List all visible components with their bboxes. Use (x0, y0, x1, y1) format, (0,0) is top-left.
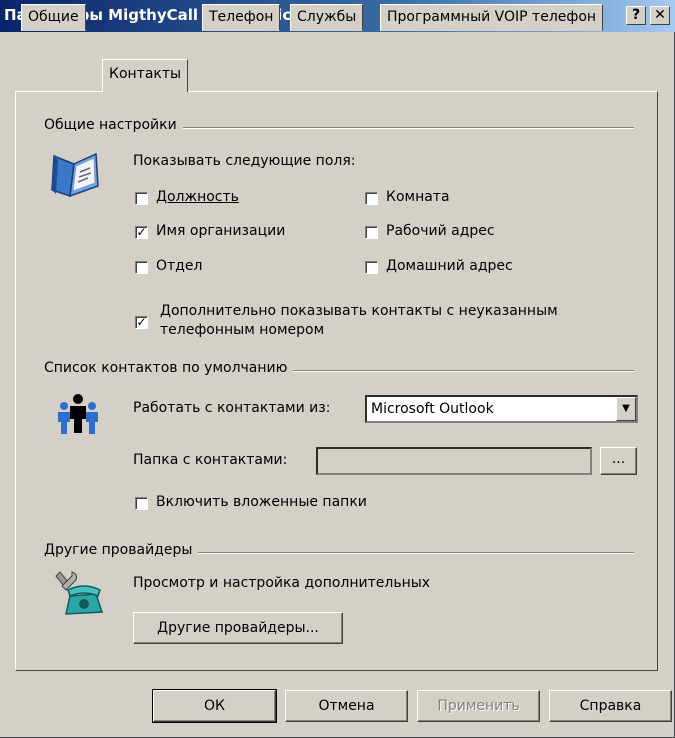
checkbox-home-address[interactable] (365, 261, 378, 274)
question-icon: ? (631, 7, 641, 23)
cancel-button[interactable]: Отмена (285, 690, 408, 722)
tab-soft-voip[interactable]: Программный VOIP телефон (380, 4, 604, 31)
chevron-down-icon[interactable]: ▼ (616, 397, 636, 421)
providers-description: Просмотр и настройка дополнительных (133, 575, 431, 591)
contacts-source-select[interactable]: Microsoft Outlook ▼ (365, 395, 638, 423)
browse-folder-button[interactable]: ... (600, 447, 637, 475)
help-footer-button[interactable]: Справка (549, 690, 672, 722)
folder-label: Папка с контактами: (133, 452, 288, 468)
checkbox-department[interactable] (135, 261, 148, 274)
checkbox-room[interactable] (365, 192, 378, 205)
general-group-label: Общие настройки (44, 117, 183, 133)
work-with-label: Работать с контактами из: (133, 400, 331, 416)
contacts-folder-field[interactable] (316, 447, 592, 475)
checkbox-position[interactable] (135, 192, 148, 205)
other-providers-button[interactable]: Другие провайдеры... (133, 612, 343, 644)
settings-dialog: Параметры MigthyCall Communicator ? ✕ Об… (0, 0, 675, 738)
room-label[interactable]: Комната (386, 189, 450, 205)
work-address-label[interactable]: Рабочий адрес (386, 223, 495, 239)
phone-tools-icon (52, 568, 106, 620)
providers-group-label: Другие провайдеры (44, 542, 199, 558)
checkbox-show-without-phone[interactable]: ✓ (135, 316, 148, 329)
show-without-phone-line2[interactable]: телефонным номером (160, 322, 324, 338)
tab-general[interactable]: Общие (21, 4, 86, 31)
position-label[interactable]: Должность (156, 189, 239, 205)
address-book-icon (48, 150, 104, 202)
close-button[interactable]: ✕ (650, 6, 670, 25)
organization-label[interactable]: Имя организации (156, 223, 285, 239)
tab-contacts[interactable]: Контакты (102, 59, 189, 92)
checkbox-include-subfolders[interactable] (135, 497, 148, 510)
home-address-label[interactable]: Домашний адрес (386, 258, 513, 274)
tab-services[interactable]: Службы (290, 4, 364, 31)
contacts-people-icon (54, 392, 102, 436)
department-label[interactable]: Отдел (156, 258, 202, 274)
checkbox-organization[interactable]: ✓ (135, 226, 148, 239)
tab-phone[interactable]: Телефон (202, 4, 281, 31)
close-icon: ✕ (654, 7, 666, 23)
help-button[interactable]: ? (626, 6, 646, 25)
show-without-phone-line1[interactable]: Дополнительно показывать контакты с неук… (160, 303, 558, 319)
include-subfolders-label[interactable]: Включить вложенные папки (156, 494, 367, 510)
checkbox-work-address[interactable] (365, 226, 378, 239)
show-fields-label: Показывать следующие поля: (133, 153, 356, 169)
apply-button[interactable]: Применить (417, 690, 540, 722)
contacts-source-value: Microsoft Outlook (371, 401, 494, 417)
default-list-group-label: Список контактов по умолчанию (44, 360, 294, 376)
ok-button[interactable]: ОК (152, 689, 277, 723)
